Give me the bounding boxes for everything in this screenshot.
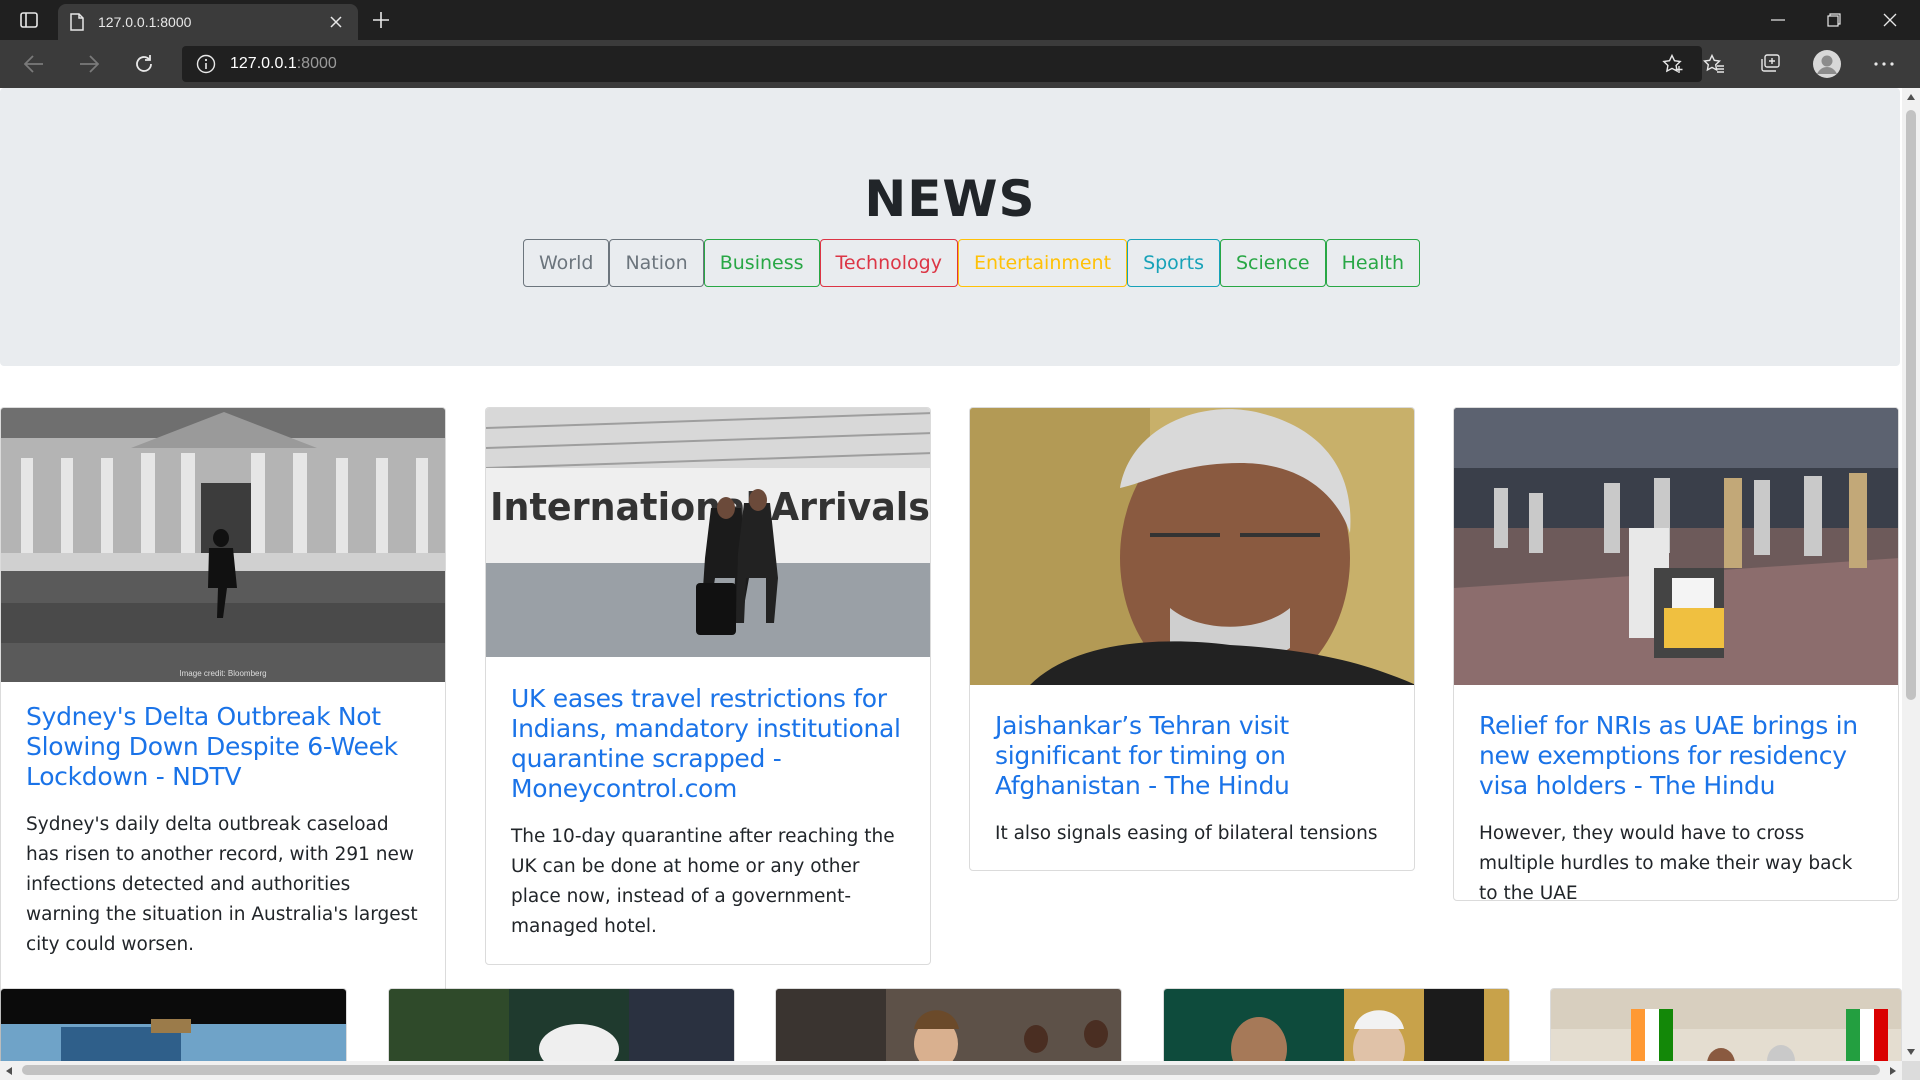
url-port: :8000	[296, 55, 337, 72]
horizontal-scrollbar[interactable]	[0, 1061, 1902, 1080]
news-card-thumbnail[interactable]	[0, 988, 347, 1061]
card-body: Relief for NRIs as UAE brings in new exe…	[1454, 685, 1898, 901]
news-card-thumbnail[interactable]	[1550, 988, 1902, 1061]
tab-title: 127.0.0.1:8000	[98, 14, 192, 30]
article-title-link[interactable]: UK eases travel restrictions for Indians…	[511, 684, 905, 804]
header-jumbotron: NEWS World Nation Business Technology En…	[0, 88, 1900, 366]
scrollbar-corner	[1902, 1061, 1920, 1080]
close-window-icon[interactable]	[1862, 0, 1918, 40]
article-description: It also signals easing of bilateral tens…	[995, 823, 1378, 844]
tab-actions-icon[interactable]	[14, 8, 44, 32]
vertical-scroll-thumb[interactable]	[1906, 110, 1916, 700]
collections-icon[interactable]	[1752, 48, 1788, 80]
article-description: Sydney's daily delta outbreak caseload h…	[26, 814, 418, 955]
browser-tab[interactable]: 127.0.0.1:8000	[58, 4, 358, 40]
minimize-icon[interactable]	[1750, 0, 1806, 40]
category-nav: World Nation Business Technology Enterta…	[523, 239, 1421, 287]
forward-icon[interactable]	[71, 48, 107, 80]
category-science-button[interactable]: Science	[1219, 239, 1326, 287]
article-title-link[interactable]: Sydney's Delta Outbreak Not Slowing Down…	[26, 702, 420, 792]
browser-toolbar: 127.0.0.1:8000	[0, 40, 1920, 88]
category-nation-button[interactable]: Nation	[609, 239, 704, 287]
article-description: The 10-day quarantine after reaching the…	[511, 826, 895, 937]
news-card: Jaishankar’s Tehran visit significant fo…	[969, 407, 1415, 871]
category-health-button[interactable]: Health	[1325, 239, 1421, 287]
image-credit: Image credit: Bloomberg	[179, 669, 267, 678]
news-card-thumbnail[interactable]	[1163, 988, 1510, 1061]
add-favorite-icon[interactable]	[1662, 54, 1684, 74]
browser-titlebar: 127.0.0.1:8000	[0, 0, 1920, 40]
news-card-thumbnail[interactable]	[388, 988, 735, 1061]
page-icon	[70, 13, 84, 31]
scroll-down-icon[interactable]	[1902, 1043, 1920, 1061]
category-sports-button[interactable]: Sports	[1127, 239, 1220, 287]
article-description: However, they would have to cross multip…	[1479, 823, 1853, 901]
category-world-button[interactable]: World	[523, 239, 610, 287]
site-brand-title: NEWS	[864, 170, 1036, 228]
article-image[interactable]	[970, 408, 1414, 685]
new-tab-icon[interactable]	[368, 8, 394, 32]
close-tab-icon[interactable]	[326, 12, 346, 32]
back-icon[interactable]	[16, 48, 52, 80]
news-card: International Arrivals UK eases travel r…	[485, 407, 931, 965]
news-card-thumbnail[interactable]	[775, 988, 1122, 1061]
article-title-link[interactable]: Jaishankar’s Tehran visit significant fo…	[995, 711, 1389, 801]
article-title-link[interactable]: Relief for NRIs as UAE brings in new exe…	[1479, 711, 1873, 801]
address-bar[interactable]: 127.0.0.1:8000	[182, 46, 1702, 82]
page-viewport: NEWS World Nation Business Technology En…	[0, 88, 1902, 1061]
reload-icon[interactable]	[126, 48, 162, 80]
card-body: Jaishankar’s Tehran visit significant fo…	[970, 685, 1414, 869]
profile-avatar-icon[interactable]	[1809, 48, 1845, 80]
card-body: UK eases travel restrictions for Indians…	[486, 657, 930, 962]
news-card: Image credit: Bloomberg Sydney's Delta O…	[0, 407, 446, 1061]
category-technology-button[interactable]: Technology	[819, 239, 958, 287]
site-info-icon[interactable]	[196, 54, 216, 74]
article-image[interactable]	[1454, 408, 1898, 685]
horizontal-scroll-thumb[interactable]	[22, 1065, 1880, 1075]
news-card: Relief for NRIs as UAE brings in new exe…	[1453, 407, 1899, 901]
scroll-right-icon[interactable]	[1884, 1061, 1902, 1080]
restore-icon[interactable]	[1806, 0, 1862, 40]
article-image[interactable]: International Arrivals	[486, 408, 930, 657]
more-options-icon[interactable]	[1866, 48, 1902, 80]
vertical-scrollbar[interactable]	[1902, 88, 1920, 1061]
scroll-left-icon[interactable]	[0, 1061, 18, 1080]
favorites-icon[interactable]	[1696, 48, 1732, 80]
scroll-up-icon[interactable]	[1902, 88, 1920, 106]
url-host: 127.0.0.1	[230, 55, 297, 72]
category-entertainment-button[interactable]: Entertainment	[957, 239, 1128, 287]
category-business-button[interactable]: Business	[703, 239, 820, 287]
article-image[interactable]: Image credit: Bloomberg	[1, 408, 445, 682]
card-body: Sydney's Delta Outbreak Not Slowing Down…	[1, 682, 445, 980]
